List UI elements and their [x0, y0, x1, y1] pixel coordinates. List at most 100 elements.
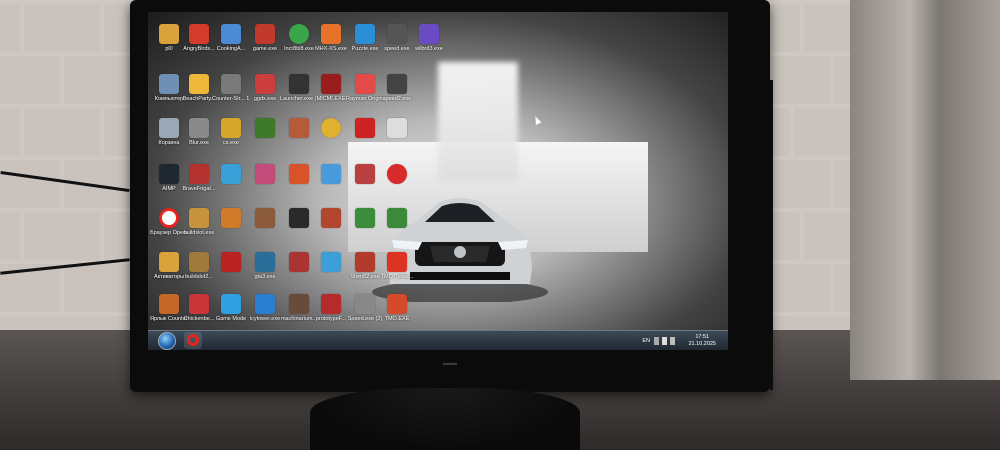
desktop-icon-app[interactable]: [212, 208, 250, 248]
machinarium-icon: [289, 294, 309, 314]
launcher-icon: [289, 74, 309, 94]
app-icon: [289, 164, 309, 184]
app-icon: [289, 252, 309, 272]
curtain: [850, 0, 1000, 380]
app-icon: [355, 208, 375, 228]
tmo-icon: [387, 252, 407, 272]
monitor-logo: ▬▬: [443, 360, 457, 367]
app-icon: [387, 118, 407, 138]
app-icon: [255, 164, 275, 184]
build-slot-icon: [189, 252, 209, 272]
clock[interactable]: 17:51 21.10.2025: [688, 334, 716, 348]
build-slot-icon: [189, 208, 209, 228]
desktop-icon-prototype[interactable]: prototypeF...: [312, 294, 350, 334]
desktop-icon-app[interactable]: [378, 118, 416, 158]
desktop-icon-app[interactable]: [312, 164, 350, 204]
wilbrd-icon: [419, 24, 439, 44]
speed-icon: [387, 74, 407, 94]
app-icon: [255, 208, 275, 228]
start-button[interactable]: [158, 332, 176, 350]
desktop-icon-gta3[interactable]: gta3.exe: [246, 252, 284, 292]
desktop-icon-cs[interactable]: cs.exe: [212, 118, 250, 158]
app-icon: [289, 208, 309, 228]
rayman-icon: [355, 74, 375, 94]
app-icon: [387, 208, 407, 228]
desktop-icons: pl0 Компьютер Корзина AIMP Браузер Opera…: [148, 12, 728, 322]
tmo-icon: [387, 294, 407, 314]
desktop-icon-app[interactable]: [312, 208, 350, 248]
brave-frigate-icon: [189, 164, 209, 184]
speed-icon: [355, 294, 375, 314]
icy-tower-icon: [255, 294, 275, 314]
desktop-icon-app[interactable]: [312, 252, 350, 292]
sunflower-icon: [321, 118, 341, 138]
desktop-icon-micmi[interactable]: MICMI.EXE: [312, 74, 350, 114]
incr8bl8-icon: [289, 24, 309, 44]
desktop-icon-app[interactable]: [212, 164, 250, 204]
recycle-bin-icon: [159, 118, 179, 138]
app-icon: [289, 118, 309, 138]
clock-time: 17:51: [695, 334, 710, 340]
beach-party-icon: [189, 74, 209, 94]
desktop-icon-mhx[interactable]: MHX-XS.exe: [312, 24, 350, 64]
opera-icon: [187, 334, 199, 346]
cable: [770, 80, 773, 390]
app-icon: [321, 208, 341, 228]
puzzle-icon: [355, 24, 375, 44]
desktop-icon-tmothreat[interactable]: TMOThreat...: [378, 252, 416, 292]
desktop-icon-app[interactable]: [378, 164, 416, 204]
counter-strike-icon: [159, 294, 179, 314]
arrow-icon: [321, 252, 341, 272]
app-icon: [321, 164, 341, 184]
desktop-icon-ggdx[interactable]: ggdx.exe: [246, 74, 284, 114]
app-icon: [387, 164, 407, 184]
desktop-icon-app[interactable]: [246, 118, 284, 158]
mhx-icon: [321, 24, 341, 44]
desktop-icon-cooking[interactable]: CookingA...: [212, 24, 250, 64]
language-indicator[interactable]: EN: [642, 338, 650, 344]
desktop-icon-icytower[interactable]: icytower.exe: [246, 294, 284, 334]
desktop-icon-app[interactable]: [312, 118, 350, 158]
desktop-icon-app[interactable]: [246, 164, 284, 204]
folder-icon: [159, 252, 179, 272]
desktop-icon-game-mode[interactable]: Game Mode: [212, 294, 250, 334]
micmi-icon: [321, 74, 341, 94]
taskbar: EN 17:51 21.10.2025: [148, 330, 728, 350]
desktop-icon-speed2exe[interactable]: speed2.exe: [378, 74, 416, 114]
cooking-icon: [221, 24, 241, 44]
app-icon: [221, 208, 241, 228]
chicken-icon: [189, 294, 209, 314]
ggdx-icon: [255, 74, 275, 94]
prototype-icon: [321, 294, 341, 314]
folder-icon: [159, 24, 179, 44]
computer-icon: [159, 74, 179, 94]
desktop-icon-app[interactable]: [378, 208, 416, 248]
desktop-icon-app[interactable]: [212, 252, 250, 292]
desktop-icon-app[interactable]: [246, 208, 284, 248]
monitor-stand: [310, 388, 580, 450]
desktop-icon-game[interactable]: game.exe: [246, 24, 284, 64]
angry-birds-icon: [189, 24, 209, 44]
shim-icon: [355, 252, 375, 272]
desktop-icon-counter-strike[interactable]: Counter-Str... 1.6 (2): [212, 74, 250, 114]
gta3-icon: [255, 252, 275, 272]
speed-icon: [387, 24, 407, 44]
app-icon: [221, 164, 241, 184]
app-icon: [221, 252, 241, 272]
game-icon: [255, 24, 275, 44]
opera-icon: [159, 208, 179, 228]
aimp-icon: [159, 164, 179, 184]
app-icon: [355, 164, 375, 184]
desktop-icon-wilbrd3[interactable]: wilbrd3.exe: [410, 24, 448, 64]
windows-icon: [221, 294, 241, 314]
app-icon: [355, 118, 375, 138]
tray-icons[interactable]: [654, 337, 680, 345]
clock-date: 21.10.2025: [688, 341, 716, 347]
blur-icon: [189, 118, 209, 138]
desktop-icon-tmo[interactable]: TMO.EXE: [378, 294, 416, 334]
app-icon: [255, 118, 275, 138]
cs-icon: [221, 118, 241, 138]
desktop-screen[interactable]: pl0 Компьютер Корзина AIMP Браузер Opera…: [148, 12, 728, 350]
taskbar-opera-button[interactable]: [184, 332, 202, 349]
counter-strike-icon: [221, 74, 241, 94]
